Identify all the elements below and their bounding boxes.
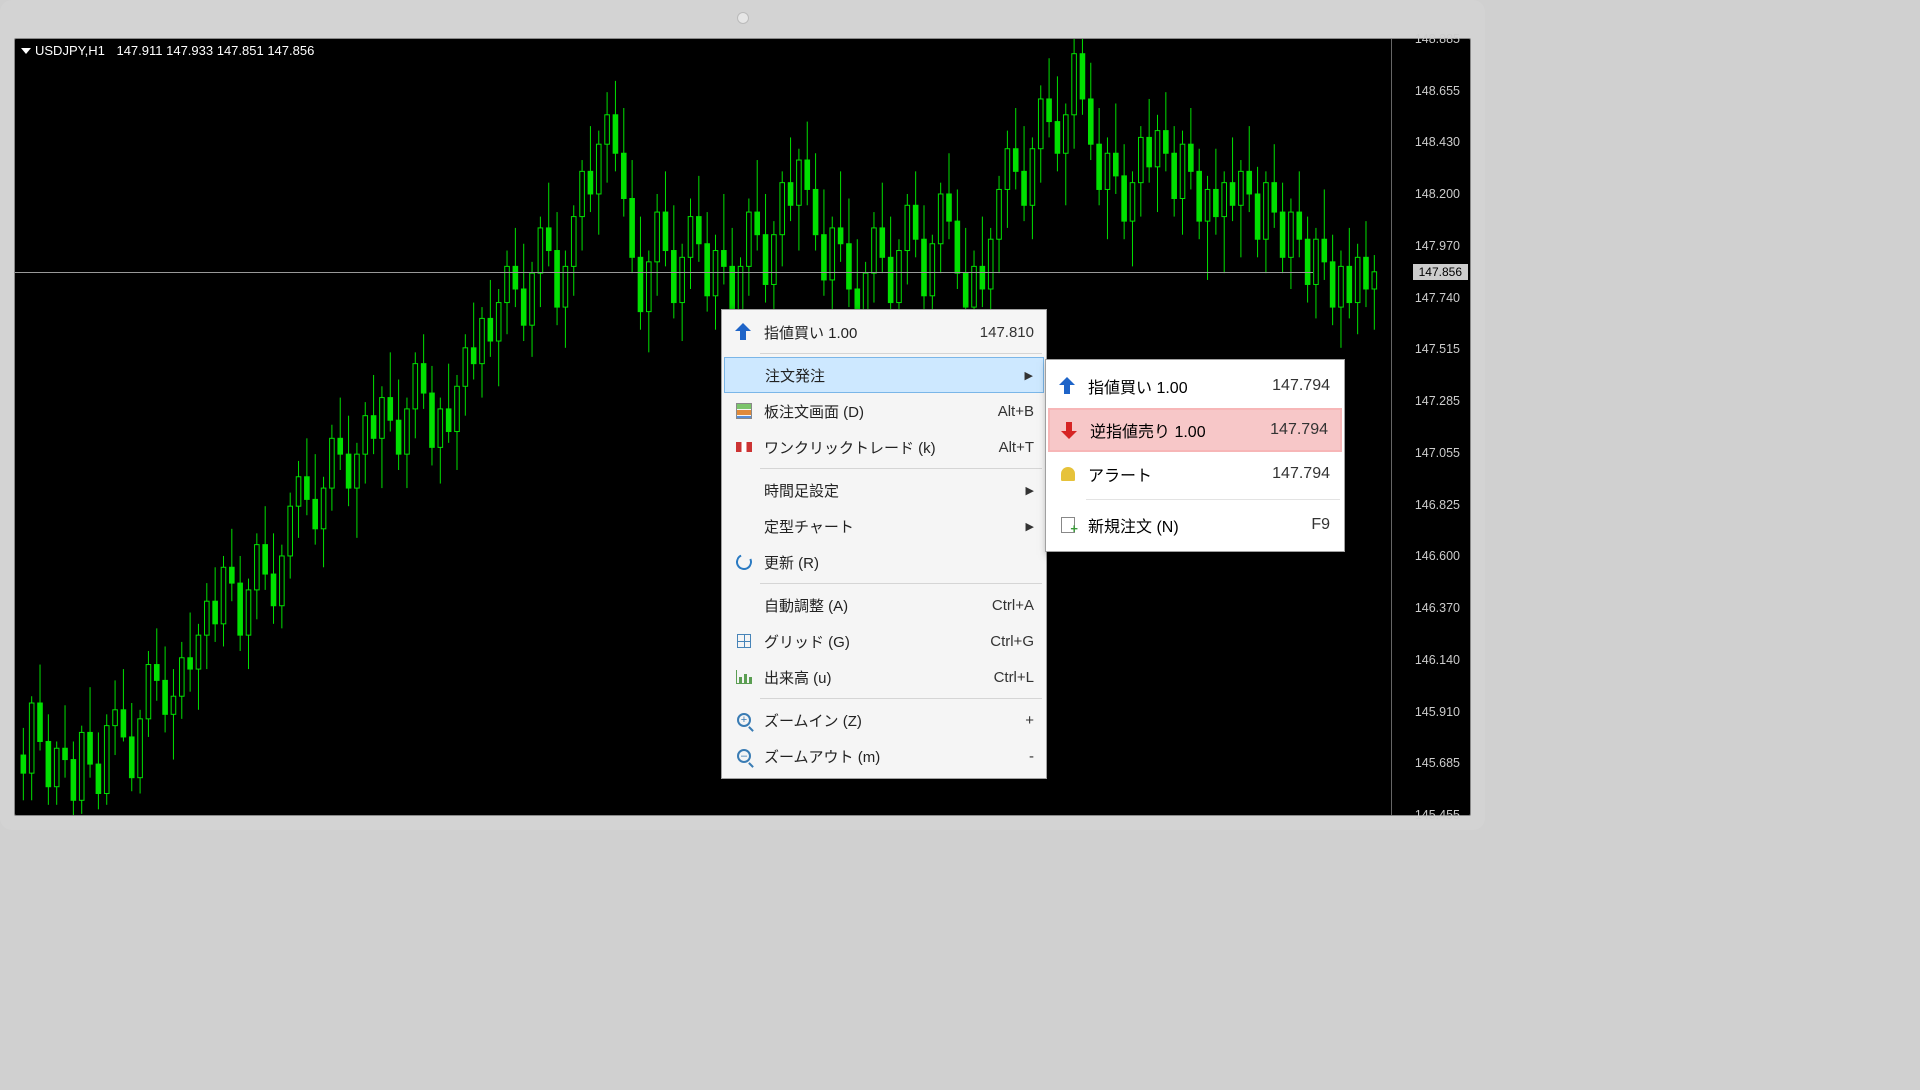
menu-item-label: 逆指値売り 1.00: [1090, 418, 1240, 442]
menu-item[interactable]: 時間足設定 ▶: [724, 472, 1044, 508]
menu-item-shortcut: Ctrl+G: [990, 633, 1034, 650]
menu-item-label: 出来高 (u): [764, 667, 964, 688]
price-tick: 147.055: [1415, 446, 1460, 460]
price-tick: 147.285: [1415, 394, 1460, 408]
price-tick: 146.140: [1415, 653, 1460, 667]
order-submenu[interactable]: 指値買い 1.00 147.794 逆指値売り 1.00 147.794 アラート 147…: [1045, 359, 1345, 552]
price-tick: 147.515: [1415, 342, 1460, 356]
refresh-icon: [734, 552, 755, 573]
menu-item[interactable]: 更新 (R): [724, 544, 1044, 580]
menu-item-label: アラート: [1088, 462, 1242, 486]
zoomin-icon: [737, 713, 751, 727]
menu-item-label: グリッド (G): [764, 631, 960, 652]
current-price-label: 147.856: [1413, 264, 1468, 280]
down-arrow-icon: [1063, 421, 1077, 439]
price-axis: 148.885148.655148.430148.200147.970147.7…: [1392, 39, 1470, 815]
menu-item-label: 定型チャート: [764, 516, 1002, 537]
price-tick: 147.970: [1415, 239, 1460, 253]
menu-item[interactable]: グリッド (G) Ctrl+G: [724, 623, 1044, 659]
menu-item-shortcut: Ctrl+L: [994, 669, 1034, 686]
menu-item-label: 時間足設定: [764, 480, 1002, 501]
menu-item-label: ワンクリックトレード (k): [764, 437, 969, 458]
menu-item[interactable]: 指値買い 1.00 147.810: [724, 314, 1044, 350]
menu-item[interactable]: 自動調整 (A) Ctrl+A: [724, 587, 1044, 623]
menu-separator: [760, 698, 1042, 699]
menu-item-label: 指値買い 1.00: [764, 322, 950, 343]
menu-item-label: 指値買い 1.00: [1088, 374, 1242, 398]
price-tick: 148.430: [1415, 135, 1460, 149]
menu-separator: [760, 583, 1042, 584]
price-tick: 148.200: [1415, 187, 1460, 201]
newdoc-icon: [1061, 517, 1075, 533]
menu-item-label: 更新 (R): [764, 552, 1034, 573]
price-tick: 146.370: [1415, 601, 1460, 615]
submenu-arrow-icon: ▶: [1026, 484, 1034, 497]
submenu-arrow-icon: ▶: [1025, 369, 1033, 382]
menu-item[interactable]: 新規注文 (N) F9: [1048, 503, 1342, 547]
menu-item-shortcut: Alt+T: [999, 439, 1034, 456]
menu-item-shortcut: 147.794: [1270, 421, 1328, 439]
current-price-line: [15, 272, 1313, 273]
price-tick: 146.600: [1415, 549, 1460, 563]
menu-item[interactable]: ズームアウト (m) -: [724, 738, 1044, 774]
up-arrow-icon: [1061, 377, 1075, 395]
menu-item-label: ズームアウト (m): [764, 746, 999, 767]
window-frame: USDJPY,H1 147.911 147.933 147.851 147.85…: [0, 0, 1485, 830]
menu-item-shortcut: Ctrl+A: [992, 597, 1034, 614]
menu-item-label: ズームイン (Z): [764, 710, 995, 731]
grid-icon: [737, 634, 751, 648]
price-tick: 146.825: [1415, 498, 1460, 512]
price-tick: 148.885: [1415, 32, 1460, 46]
menu-separator: [1086, 499, 1340, 500]
context-menu[interactable]: 指値買い 1.00 147.810 注文発注 ▶ 板注文画面 (D) Alt+B ワンクリッ…: [721, 309, 1047, 779]
menu-item-shortcut: Alt+B: [998, 403, 1034, 420]
chart-container[interactable]: USDJPY,H1 147.911 147.933 147.851 147.85…: [14, 38, 1471, 816]
menu-item[interactable]: 板注文画面 (D) Alt+B: [724, 393, 1044, 429]
menu-item-shortcut: F9: [1311, 516, 1330, 534]
menu-item-label: 自動調整 (A): [764, 595, 962, 616]
menu-item[interactable]: 定型チャート ▶: [724, 508, 1044, 544]
price-tick: 145.455: [1415, 808, 1460, 822]
titlebar-dot-icon: [737, 12, 749, 24]
menu-separator: [760, 353, 1042, 354]
price-tick: 145.910: [1415, 705, 1460, 719]
menu-item-label: 新規注文 (N): [1088, 513, 1281, 537]
menu-item-shortcut: 147.794: [1272, 465, 1330, 483]
price-tick: 147.740: [1415, 291, 1460, 305]
zoomout-icon: [737, 749, 751, 763]
menu-item[interactable]: 逆指値売り 1.00 147.794: [1048, 408, 1342, 452]
depth-icon: [736, 403, 752, 419]
submenu-arrow-icon: ▶: [1026, 520, 1034, 533]
menu-item[interactable]: ワンクリックトレード (k) Alt+T: [724, 429, 1044, 465]
menu-item[interactable]: 注文発注 ▶: [724, 357, 1044, 393]
menu-item-label: 板注文画面 (D): [764, 401, 968, 422]
price-tick: 145.685: [1415, 756, 1460, 770]
menu-item[interactable]: 出来高 (u) Ctrl+L: [724, 659, 1044, 695]
menu-item-shortcut: +: [1025, 712, 1034, 729]
menu-item-shortcut: 147.810: [980, 324, 1034, 341]
menu-item[interactable]: アラート 147.794: [1048, 452, 1342, 496]
vol-icon: [736, 670, 752, 684]
flag-icon: [736, 442, 752, 452]
menu-separator: [760, 468, 1042, 469]
menu-item[interactable]: 指値買い 1.00 147.794: [1048, 364, 1342, 408]
price-tick: 148.655: [1415, 84, 1460, 98]
menu-item[interactable]: ズームイン (Z) +: [724, 702, 1044, 738]
menu-item-shortcut: 147.794: [1272, 377, 1330, 395]
up-arrow-icon: [737, 323, 751, 341]
menu-item-label: 注文発注: [765, 365, 1001, 386]
bell-icon: [1061, 467, 1075, 481]
menu-item-shortcut: -: [1029, 748, 1034, 765]
